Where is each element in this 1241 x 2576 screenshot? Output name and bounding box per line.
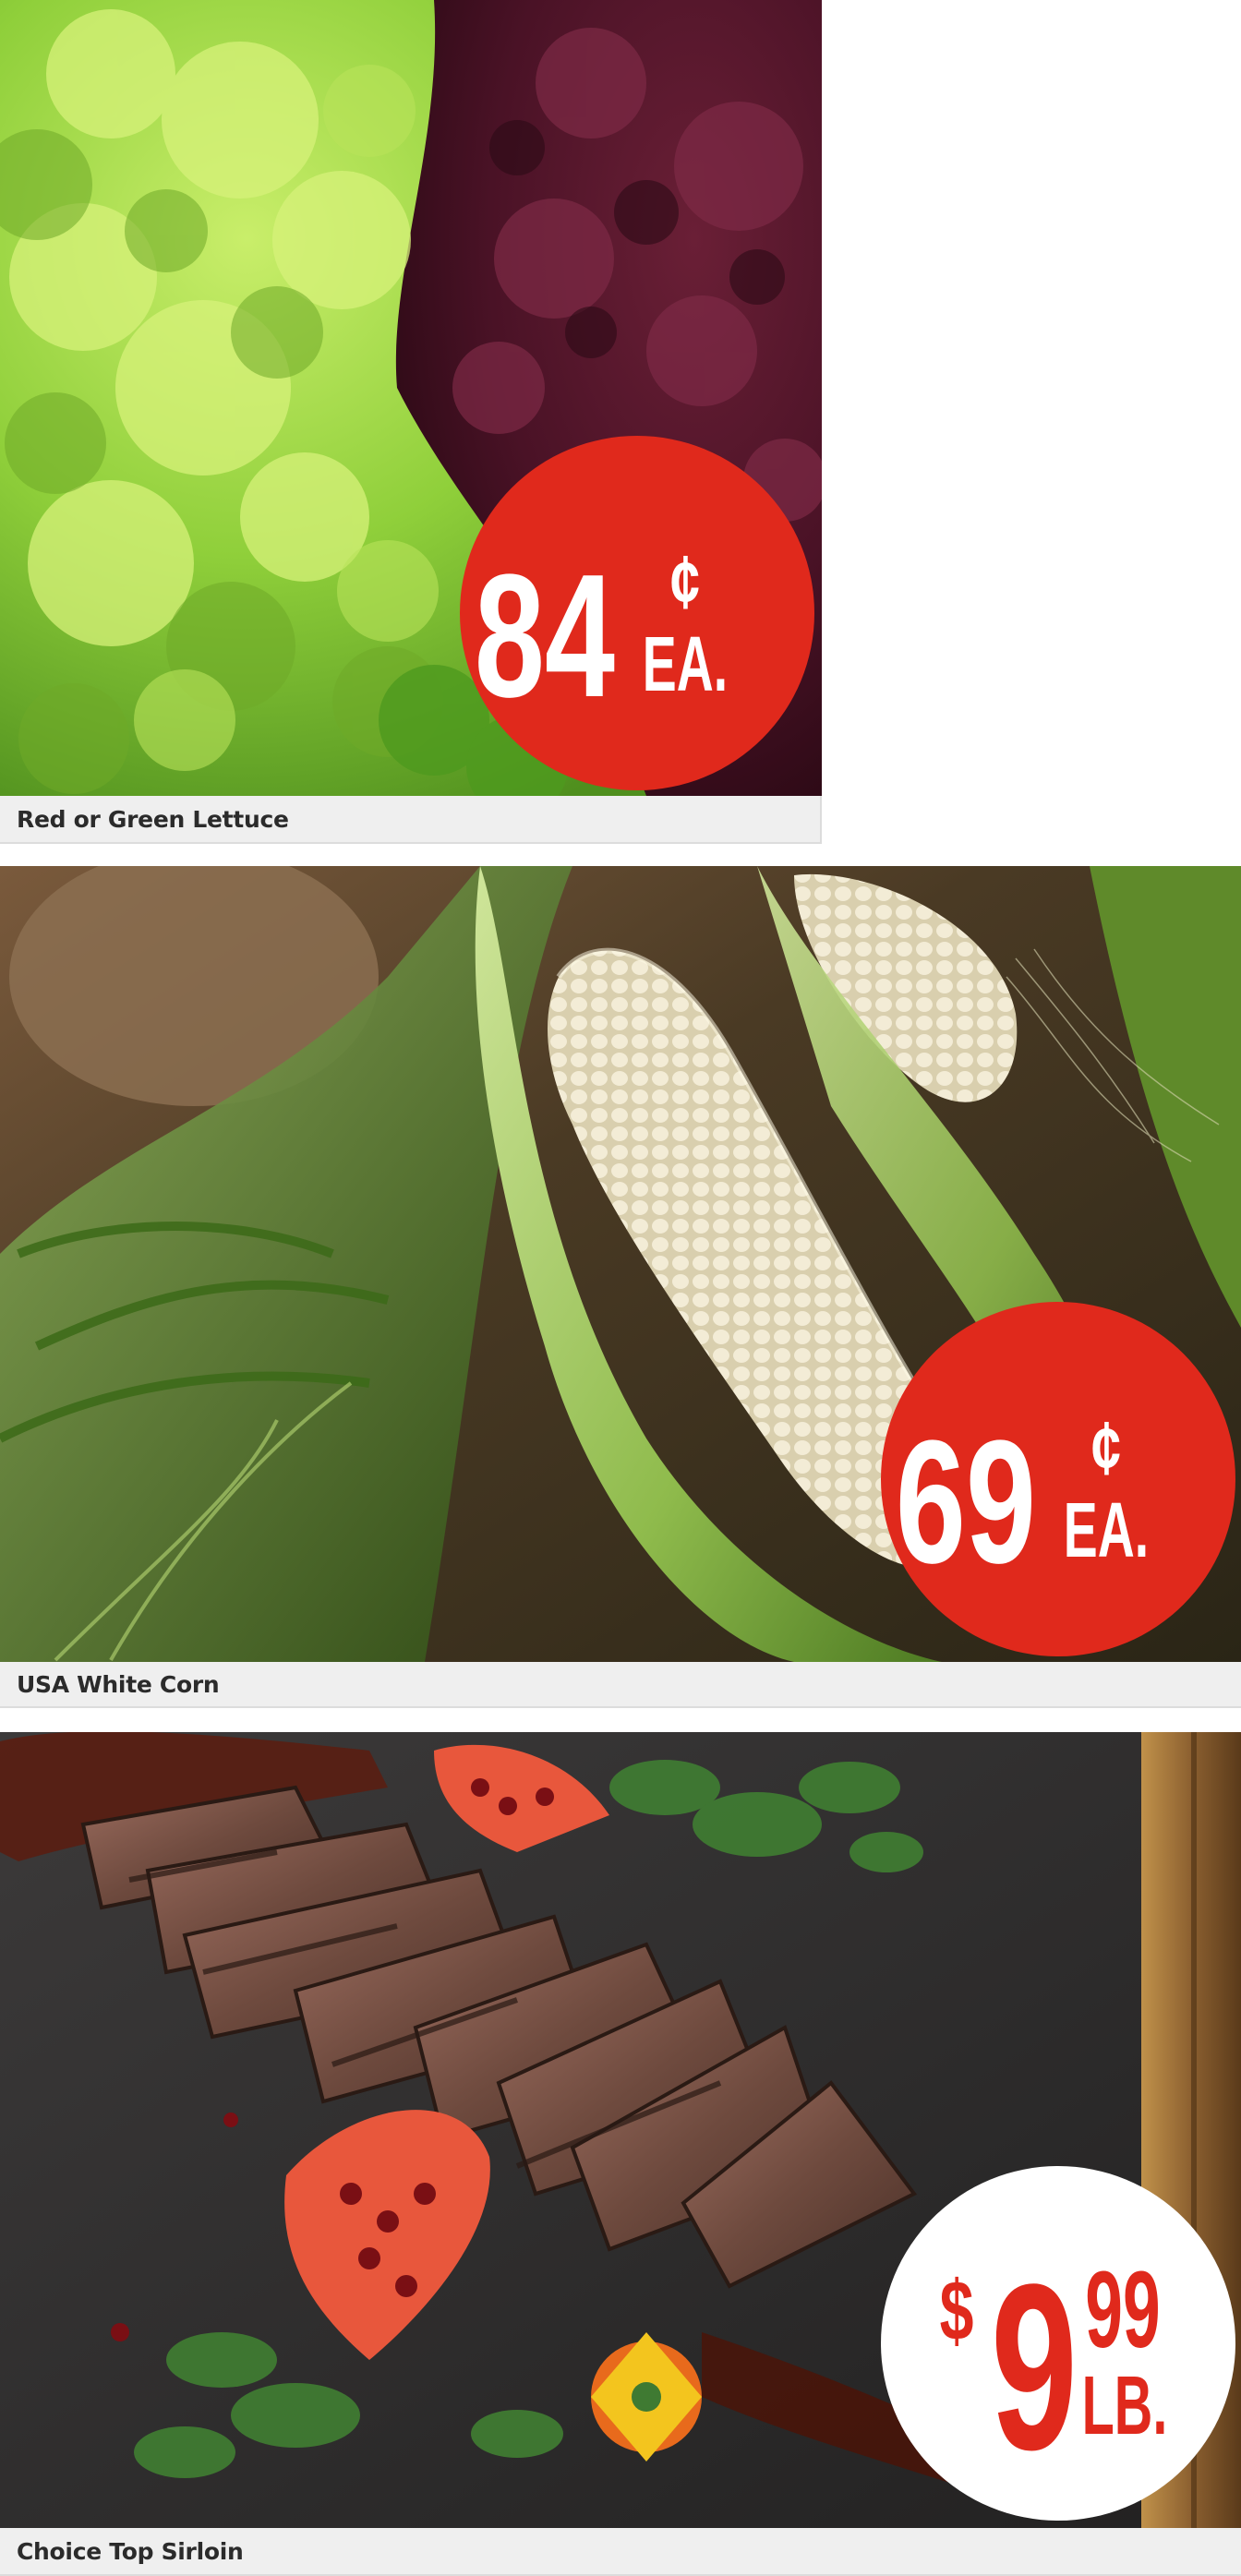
price-badge: 69 ¢ EA. — [881, 1302, 1235, 1656]
price-badge: 84 ¢ EA. — [460, 436, 814, 790]
product-card-sirloin[interactable]: $ 9 99 LB. Choice Top Sirloin — [0, 1732, 1241, 2576]
price-unit: EA. — [643, 622, 728, 708]
product-name: Red or Green Lettuce — [0, 796, 822, 844]
price-main: 84 — [475, 538, 615, 734]
product-card-lettuce[interactable]: 84 ¢ EA. Red or Green Lettuce — [0, 0, 822, 844]
price-badge: $ 9 99 LB. — [881, 2166, 1235, 2521]
weekly-ad-page: 84 ¢ EA. Red or Green Lettuce 69 ¢ EA. U… — [0, 0, 1241, 2576]
price-main: 69 — [896, 1404, 1036, 1600]
product-name: Choice Top Sirloin — [0, 2528, 1241, 2576]
price-cent-symbol: ¢ — [1091, 1405, 1121, 1490]
price-cents: 99 — [1085, 2248, 1160, 2370]
product-card-corn[interactable]: 69 ¢ EA. USA White Corn — [0, 866, 1241, 1708]
price-unit: LB. — [1082, 2360, 1168, 2452]
price-unit: EA. — [1064, 1488, 1149, 1574]
price-main: 9 — [991, 2235, 1078, 2499]
product-name: USA White Corn — [0, 1662, 1241, 1708]
price-currency-symbol: $ — [940, 2262, 974, 2357]
price-cent-symbol: ¢ — [670, 539, 700, 624]
